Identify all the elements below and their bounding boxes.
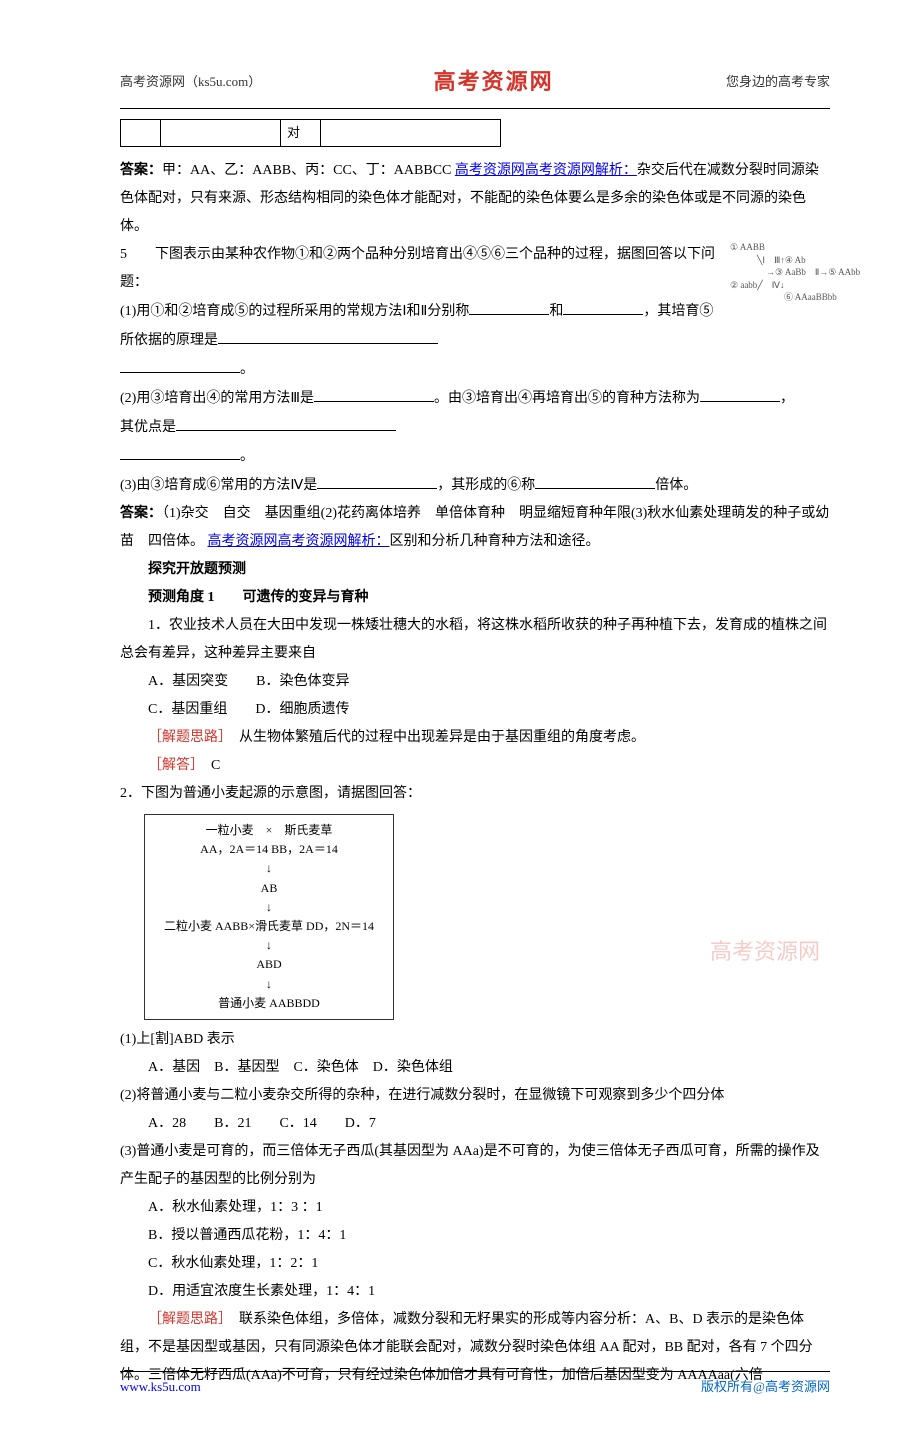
question-5-2: (2)用③培育出④的常用方法Ⅲ是 。由③培育出④再培育出⑤的育种方法称为 ， xyxy=(120,384,830,413)
answer-label: 答案： xyxy=(120,506,162,521)
text: (2)用③培育出④的常用方法Ⅲ是 xyxy=(120,391,314,406)
text: ，其培育⑤ xyxy=(643,304,713,319)
diagram-line: AB xyxy=(153,879,385,898)
diagram-line: 二粒小麦 AABB×滑氏麦草 DD，2N＝14 xyxy=(153,917,385,936)
watermark: 高考资源网 xyxy=(710,930,820,974)
arrow-down-icon: ↓ xyxy=(153,975,385,994)
text: 所依据的原理是 xyxy=(120,333,218,348)
blank-field[interactable] xyxy=(563,297,643,315)
diagram-label: ② aabb xyxy=(730,280,757,290)
diagram-line: 普通小麦 AABBDD xyxy=(153,994,385,1013)
footer-copyright: 版权所有@高考资源网 xyxy=(701,1374,830,1400)
blank-field[interactable] xyxy=(314,384,434,402)
answer-text: 区别和分析几种育种方法和途径。 xyxy=(390,534,600,549)
table-cell xyxy=(161,120,281,147)
header-title: 高考资源网 xyxy=(434,60,554,104)
q2-option-a: A．秋水仙素处理，1：3 ：1 xyxy=(120,1194,830,1222)
question-5-3: (3)由③培育成⑥常用的方法Ⅳ是 ，其形成的⑥称 倍体。 xyxy=(120,471,830,500)
blank-field[interactable] xyxy=(120,355,240,373)
arrow-down-icon: ↓ xyxy=(153,898,385,917)
blank-field[interactable] xyxy=(317,471,437,489)
q2-part1-options: A．基因 B．基因型 C．染色体 D．染色体组 xyxy=(120,1054,830,1082)
q2-option-c: C．秋水仙素处理，1：2：1 xyxy=(120,1250,830,1278)
q2-part3: (3)普通小麦是可育的，而三倍体无子西瓜(其基因型为 AAa)是不可育的，为使三… xyxy=(120,1138,830,1194)
q2-stem: 2．下图为普通小麦起源的示意图，请据图回答： xyxy=(120,780,830,808)
diagram-line: ABD xyxy=(153,955,385,974)
q1-options-cd: C．基因重组 D．细胞质遗传 xyxy=(120,696,830,724)
text: ，其形成的⑥称 xyxy=(437,478,535,493)
diagram-label: ⑤ AAbb xyxy=(828,267,860,277)
answer-paragraph-2: 答案：（1)杂交 自交 基因重组(2)花药离体培养 单倍体育种 明显缩短育种年限… xyxy=(120,500,830,556)
header-right: 您身边的高考专家 xyxy=(726,69,830,95)
section-heading: 探究开放题预测 xyxy=(120,556,830,584)
header-left: 高考资源网（ks5u.com） xyxy=(120,69,261,95)
text: C xyxy=(211,758,220,773)
text: 高考资源网 xyxy=(765,1379,830,1394)
q2-part1: (1)上[割]ABD 表示 xyxy=(120,1026,830,1054)
table-cell: 对 xyxy=(281,120,321,147)
blank-field[interactable] xyxy=(120,442,240,460)
tip-label: ［解题思路］ xyxy=(148,730,225,745)
diagram-label: Ⅳ xyxy=(772,280,780,290)
text: 版权所有 xyxy=(701,1379,753,1394)
text: (3)由③培育成⑥常用的方法Ⅳ是 xyxy=(120,478,317,493)
answer-label: 答案： xyxy=(120,163,162,178)
blank-field[interactable] xyxy=(176,413,396,431)
text: ， xyxy=(780,391,794,406)
arrow-down-icon: ↓ xyxy=(153,859,385,878)
table-cell xyxy=(121,120,161,147)
diagram-label: ① AABB xyxy=(730,242,765,252)
tip-label: ［解题思路］ xyxy=(148,1312,225,1327)
text: 倍体。 xyxy=(655,478,697,493)
section-subheading: 预测角度 1 可遗传的变异与育种 xyxy=(120,584,830,612)
diagram-label: ③ AaBb xyxy=(775,267,806,277)
diagram-label: ④ Ab xyxy=(785,255,806,265)
question-5-1b: 所依据的原理是 xyxy=(120,326,830,355)
answer-text: 甲：AA、乙：AABB、丙：CC、丁：AABBCC xyxy=(162,163,455,178)
q1-answer: ［解答］ C xyxy=(120,752,830,780)
q1-options-ab: A．基因突变 B．染色体变异 xyxy=(120,668,830,696)
arrow-down-icon: ↓ xyxy=(153,936,385,955)
q2-part2-options: A．28 B．21 C．14 D．7 xyxy=(120,1110,830,1138)
text: (1)用①和②培育成⑤的过程所采用的常规方法Ⅰ和Ⅱ分别称 xyxy=(120,304,469,319)
analysis-link[interactable]: 高考资源网高考资源网解析： xyxy=(455,163,637,178)
diagram-label: Ⅱ xyxy=(815,267,819,277)
q2-part2: (2)将普通小麦与二粒小麦杂交所得的杂种，在进行减数分裂时，在显微镜下可观察到多… xyxy=(120,1082,830,1110)
page-header: 高考资源网（ks5u.com） 高考资源网 您身边的高考专家 xyxy=(120,60,830,109)
text: 。 xyxy=(240,362,254,377)
wheat-origin-diagram: 一粒小麦 × 斯氏麦草 AA，2A＝14 BB，2A＝14 ↓ AB ↓ 二粒小… xyxy=(144,814,394,1020)
question-5-1: (1)用①和②培育成⑤的过程所采用的常规方法Ⅰ和Ⅱ分别称 和 ，其培育⑤ xyxy=(120,297,830,326)
text: 。 xyxy=(240,449,254,464)
answer-paragraph: 答案：甲：AA、乙：AABB、丙：CC、丁：AABBCC 高考资源网高考资源网解… xyxy=(120,157,830,241)
table-cell xyxy=(321,120,501,147)
page-footer: www.ks5u.com 版权所有@高考资源网 xyxy=(120,1371,830,1400)
text: 和 xyxy=(549,304,563,319)
analysis-link[interactable]: 高考资源网高考资源网解析： xyxy=(208,534,390,549)
small-table: 对 xyxy=(120,119,830,147)
blank-field[interactable] xyxy=(469,297,549,315)
question-5-intro: 5 下图表示由某种农作物①和②两个品种分别培育出④⑤⑥三个品种的过程，据图回答以… xyxy=(120,241,830,297)
diagram-line: AA，2A＝14 BB，2A＝14 xyxy=(153,840,385,859)
diagram-label: Ⅰ xyxy=(762,255,765,265)
text: 其优点是 xyxy=(120,420,176,435)
breeding-diagram: ① AABB ╲Ⅰ Ⅲ↑④ Ab →③ AaBb Ⅱ→⑤ AAbb ② aabb… xyxy=(730,241,900,304)
blank-field[interactable] xyxy=(535,471,655,489)
blank-field[interactable] xyxy=(700,384,780,402)
blank-field[interactable] xyxy=(218,326,438,344)
footer-url[interactable]: www.ks5u.com xyxy=(120,1374,201,1400)
at-icon: @ xyxy=(753,1379,765,1394)
q2-option-b: B．授以普通西瓜花粉，1：4：1 xyxy=(120,1222,830,1250)
diagram-line: 一粒小麦 × 斯氏麦草 xyxy=(153,821,385,840)
diagram-label: Ⅲ xyxy=(774,255,780,265)
q1-stem: 1．农业技术人员在大田中发现一株矮壮穗大的水稻，将这株水稻所收获的种子再种植下去… xyxy=(120,612,830,668)
text: 。由③培育出④再培育出⑤的育种方法称为 xyxy=(434,391,700,406)
answer-label: ［解答］ xyxy=(148,758,197,773)
diagram-label: ⑥ AAaaBBbb xyxy=(784,292,837,302)
q1-tip: ［解题思路］ 从生物体繁殖后代的过程中出现差异是由于基因重组的角度考虑。 xyxy=(120,724,830,752)
text: 从生物体繁殖后代的过程中出现差异是由于基因重组的角度考虑。 xyxy=(239,730,645,745)
